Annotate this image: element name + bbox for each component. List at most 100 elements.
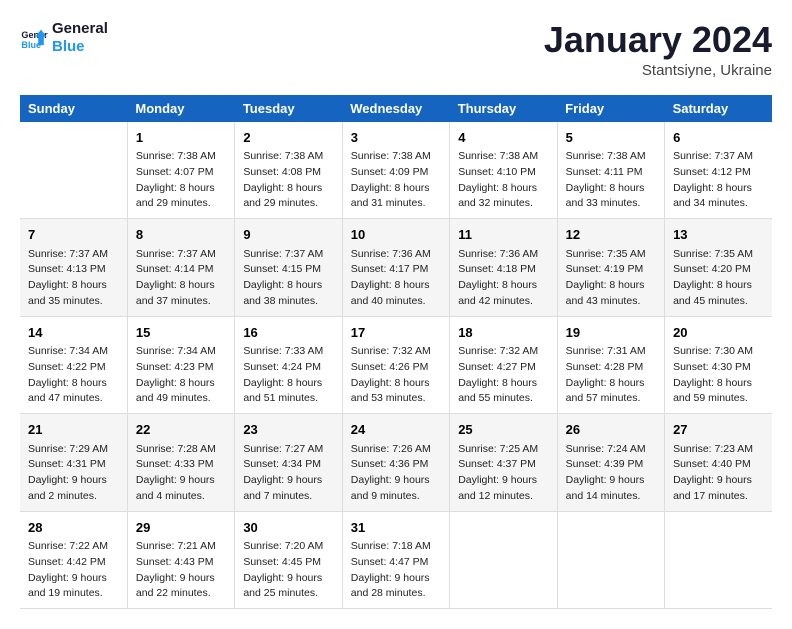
day-number: 22 [136, 420, 226, 440]
day-number: 26 [566, 420, 656, 440]
table-row: 18Sunrise: 7:32 AMSunset: 4:27 PMDayligh… [450, 316, 557, 414]
day-number: 30 [243, 518, 333, 538]
col-tuesday: Tuesday [235, 95, 342, 122]
day-info: Sunrise: 7:33 AMSunset: 4:24 PMDaylight:… [243, 344, 333, 407]
day-info: Sunrise: 7:35 AMSunset: 4:20 PMDaylight:… [673, 247, 764, 310]
logo-text-general: General [52, 20, 108, 38]
table-row: 1Sunrise: 7:38 AMSunset: 4:07 PMDaylight… [127, 122, 234, 219]
day-number: 18 [458, 323, 548, 343]
month-title: January 2024 [544, 20, 772, 60]
day-info: Sunrise: 7:34 AMSunset: 4:22 PMDaylight:… [28, 344, 119, 407]
day-info: Sunrise: 7:25 AMSunset: 4:37 PMDaylight:… [458, 442, 548, 505]
col-saturday: Saturday [665, 95, 772, 122]
day-number: 11 [458, 225, 548, 245]
day-number: 24 [351, 420, 441, 440]
day-info: Sunrise: 7:20 AMSunset: 4:45 PMDaylight:… [243, 539, 333, 602]
table-row [20, 122, 127, 219]
day-number: 25 [458, 420, 548, 440]
day-info: Sunrise: 7:29 AMSunset: 4:31 PMDaylight:… [28, 442, 119, 505]
col-monday: Monday [127, 95, 234, 122]
day-number: 3 [351, 128, 441, 148]
table-row: 10Sunrise: 7:36 AMSunset: 4:17 PMDayligh… [342, 219, 449, 317]
table-row: 14Sunrise: 7:34 AMSunset: 4:22 PMDayligh… [20, 316, 127, 414]
table-row [557, 511, 664, 609]
day-info: Sunrise: 7:32 AMSunset: 4:26 PMDaylight:… [351, 344, 441, 407]
location-subtitle: Stantsiyne, Ukraine [544, 62, 772, 79]
table-row: 28Sunrise: 7:22 AMSunset: 4:42 PMDayligh… [20, 511, 127, 609]
day-info: Sunrise: 7:22 AMSunset: 4:42 PMDaylight:… [28, 539, 119, 602]
day-number: 7 [28, 225, 119, 245]
logo-icon: General Blue [20, 24, 48, 52]
day-number: 6 [673, 128, 764, 148]
day-number: 14 [28, 323, 119, 343]
calendar-table: Sunday Monday Tuesday Wednesday Thursday… [20, 95, 772, 610]
table-row: 27Sunrise: 7:23 AMSunset: 4:40 PMDayligh… [665, 414, 772, 512]
table-row: 7Sunrise: 7:37 AMSunset: 4:13 PMDaylight… [20, 219, 127, 317]
day-number: 27 [673, 420, 764, 440]
day-number: 17 [351, 323, 441, 343]
day-number: 8 [136, 225, 226, 245]
day-info: Sunrise: 7:24 AMSunset: 4:39 PMDaylight:… [566, 442, 656, 505]
table-row: 19Sunrise: 7:31 AMSunset: 4:28 PMDayligh… [557, 316, 664, 414]
day-number: 20 [673, 323, 764, 343]
col-friday: Friday [557, 95, 664, 122]
day-info: Sunrise: 7:34 AMSunset: 4:23 PMDaylight:… [136, 344, 226, 407]
day-number: 31 [351, 518, 441, 538]
day-info: Sunrise: 7:38 AMSunset: 4:11 PMDaylight:… [566, 149, 656, 212]
logo-text-blue: Blue [52, 38, 108, 56]
table-row [665, 511, 772, 609]
day-info: Sunrise: 7:37 AMSunset: 4:12 PMDaylight:… [673, 149, 764, 212]
day-number: 19 [566, 323, 656, 343]
table-row: 30Sunrise: 7:20 AMSunset: 4:45 PMDayligh… [235, 511, 342, 609]
day-number: 28 [28, 518, 119, 538]
day-info: Sunrise: 7:32 AMSunset: 4:27 PMDaylight:… [458, 344, 548, 407]
col-wednesday: Wednesday [342, 95, 449, 122]
table-row: 16Sunrise: 7:33 AMSunset: 4:24 PMDayligh… [235, 316, 342, 414]
day-number: 21 [28, 420, 119, 440]
day-info: Sunrise: 7:28 AMSunset: 4:33 PMDaylight:… [136, 442, 226, 505]
day-number: 13 [673, 225, 764, 245]
day-info: Sunrise: 7:23 AMSunset: 4:40 PMDaylight:… [673, 442, 764, 505]
day-number: 5 [566, 128, 656, 148]
day-info: Sunrise: 7:38 AMSunset: 4:09 PMDaylight:… [351, 149, 441, 212]
table-row: 25Sunrise: 7:25 AMSunset: 4:37 PMDayligh… [450, 414, 557, 512]
table-row: 15Sunrise: 7:34 AMSunset: 4:23 PMDayligh… [127, 316, 234, 414]
column-headers: Sunday Monday Tuesday Wednesday Thursday… [20, 95, 772, 122]
day-number: 4 [458, 128, 548, 148]
table-row: 12Sunrise: 7:35 AMSunset: 4:19 PMDayligh… [557, 219, 664, 317]
col-thursday: Thursday [450, 95, 557, 122]
table-row: 17Sunrise: 7:32 AMSunset: 4:26 PMDayligh… [342, 316, 449, 414]
title-block: January 2024 Stantsiyne, Ukraine [544, 20, 772, 79]
day-info: Sunrise: 7:26 AMSunset: 4:36 PMDaylight:… [351, 442, 441, 505]
table-row: 8Sunrise: 7:37 AMSunset: 4:14 PMDaylight… [127, 219, 234, 317]
day-info: Sunrise: 7:35 AMSunset: 4:19 PMDaylight:… [566, 247, 656, 310]
day-number: 10 [351, 225, 441, 245]
col-sunday: Sunday [20, 95, 127, 122]
page-header: General Blue General Blue January 2024 S… [20, 20, 772, 79]
day-number: 12 [566, 225, 656, 245]
table-row: 3Sunrise: 7:38 AMSunset: 4:09 PMDaylight… [342, 122, 449, 219]
table-row: 6Sunrise: 7:37 AMSunset: 4:12 PMDaylight… [665, 122, 772, 219]
table-row: 26Sunrise: 7:24 AMSunset: 4:39 PMDayligh… [557, 414, 664, 512]
day-number: 2 [243, 128, 333, 148]
table-row: 24Sunrise: 7:26 AMSunset: 4:36 PMDayligh… [342, 414, 449, 512]
day-info: Sunrise: 7:18 AMSunset: 4:47 PMDaylight:… [351, 539, 441, 602]
day-info: Sunrise: 7:38 AMSunset: 4:08 PMDaylight:… [243, 149, 333, 212]
day-number: 29 [136, 518, 226, 538]
day-number: 1 [136, 128, 226, 148]
day-info: Sunrise: 7:31 AMSunset: 4:28 PMDaylight:… [566, 344, 656, 407]
table-row: 22Sunrise: 7:28 AMSunset: 4:33 PMDayligh… [127, 414, 234, 512]
day-info: Sunrise: 7:37 AMSunset: 4:14 PMDaylight:… [136, 247, 226, 310]
day-info: Sunrise: 7:30 AMSunset: 4:30 PMDaylight:… [673, 344, 764, 407]
day-info: Sunrise: 7:36 AMSunset: 4:17 PMDaylight:… [351, 247, 441, 310]
day-number: 15 [136, 323, 226, 343]
table-row: 21Sunrise: 7:29 AMSunset: 4:31 PMDayligh… [20, 414, 127, 512]
table-row: 29Sunrise: 7:21 AMSunset: 4:43 PMDayligh… [127, 511, 234, 609]
day-info: Sunrise: 7:38 AMSunset: 4:10 PMDaylight:… [458, 149, 548, 212]
table-row: 9Sunrise: 7:37 AMSunset: 4:15 PMDaylight… [235, 219, 342, 317]
table-row: 23Sunrise: 7:27 AMSunset: 4:34 PMDayligh… [235, 414, 342, 512]
table-row [450, 511, 557, 609]
day-number: 9 [243, 225, 333, 245]
table-row: 20Sunrise: 7:30 AMSunset: 4:30 PMDayligh… [665, 316, 772, 414]
table-row: 13Sunrise: 7:35 AMSunset: 4:20 PMDayligh… [665, 219, 772, 317]
